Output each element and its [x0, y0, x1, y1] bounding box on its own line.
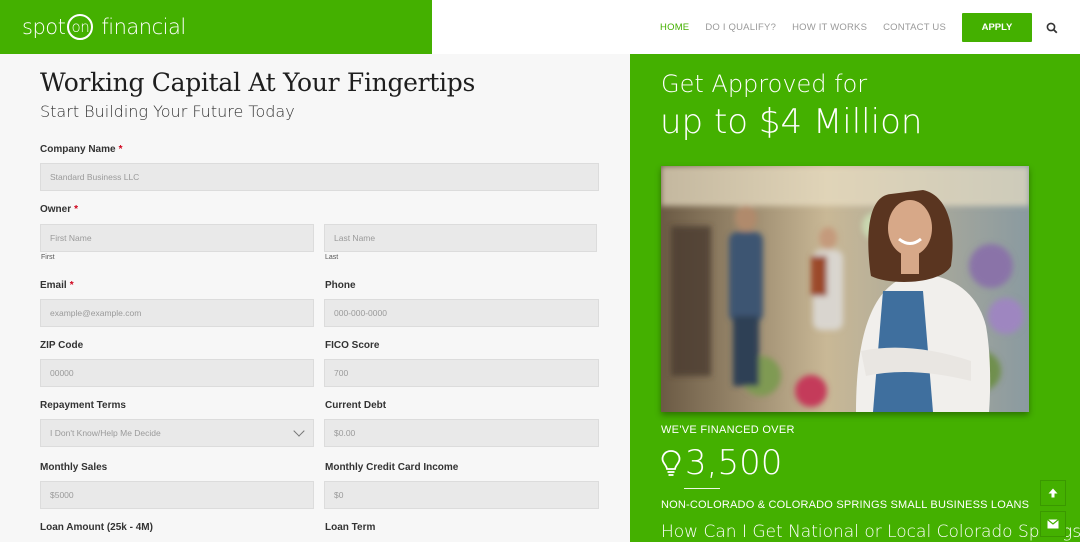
promo-line-2: up to $4 Million — [660, 102, 923, 142]
sales-label: Monthly Sales — [40, 462, 108, 473]
business-owner-photo — [661, 166, 1029, 412]
current-debt-input[interactable]: $0.00 — [324, 419, 599, 447]
logo-bar: spot on financial — [0, 0, 432, 54]
fico-input[interactable]: 700 — [324, 359, 599, 387]
nav-qualify[interactable]: DO I QUALIFY? — [705, 22, 776, 33]
form-title: Working Capital At Your Fingertips — [40, 68, 475, 97]
application-form: Working Capital At Your Fingertips Start… — [0, 54, 630, 542]
loan-amount-label: Loan Amount (25k - 4M) — [40, 522, 153, 533]
zip-input[interactable]: 00000 — [40, 359, 314, 387]
owner-label-text: Owner — [40, 204, 72, 215]
promo-panel: Get Approved for up to $4 Million WE'VE … — [630, 54, 1080, 542]
first-sublabel: First — [41, 254, 55, 261]
zip-label: ZIP Code — [40, 340, 84, 351]
form-subtitle: Start Building Your Future Today — [40, 102, 295, 121]
company-name-input[interactable]: Standard Business LLC — [40, 163, 599, 191]
arrow-up-icon — [1048, 488, 1058, 498]
logo-on: on — [67, 14, 94, 40]
cc-income-input[interactable]: $0 — [324, 481, 599, 509]
email-label-text: Email — [40, 280, 67, 291]
search-icon[interactable] — [1046, 21, 1058, 34]
repayment-terms-value: I Don't Know/Help Me Decide — [50, 428, 161, 438]
company-label: Company Name * — [40, 144, 122, 155]
lightbulb-icon — [661, 450, 681, 476]
fico-label: FICO Score — [325, 340, 380, 351]
email-input[interactable]: example@example.com — [40, 299, 314, 327]
last-sublabel: Last — [325, 254, 339, 261]
loans-label: NON-COLORADO & COLORADO SPRINGS SMALL BU… — [661, 499, 1030, 511]
phone-input[interactable]: 000-000-0000 — [324, 299, 599, 327]
terms-label: Repayment Terms — [40, 400, 126, 411]
chevron-down-icon — [293, 425, 305, 437]
logo[interactable]: spot on financial — [22, 14, 186, 40]
financed-label: WE'VE FINANCED OVER — [661, 424, 795, 436]
company-label-text: Company Name — [40, 144, 116, 155]
required-mark: * — [69, 280, 74, 291]
nav-how-it-works[interactable]: HOW IT WORKS — [792, 22, 867, 33]
email-label: Email * — [40, 280, 74, 291]
mail-icon — [1047, 519, 1059, 529]
contact-mail-button[interactable] — [1040, 511, 1066, 537]
nav-contact[interactable]: CONTACT US — [883, 22, 946, 33]
logo-financial: financial — [101, 15, 186, 39]
required-mark: * — [118, 144, 123, 155]
main-nav: HOME DO I QUALIFY? HOW IT WORKS CONTACT … — [432, 0, 1080, 54]
promo-line-1: Get Approved for — [661, 70, 868, 98]
promo-question: How Can I Get National or Local Colorado… — [661, 522, 1080, 542]
repayment-terms-select[interactable]: I Don't Know/Help Me Decide — [40, 419, 314, 447]
loan-term-label: Loan Term — [325, 522, 376, 533]
nav-home[interactable]: HOME — [660, 22, 689, 33]
debt-label: Current Debt — [325, 400, 387, 411]
financed-count: 3,500 — [661, 443, 782, 483]
required-mark: * — [74, 204, 79, 215]
owner-label: Owner * — [40, 204, 78, 215]
monthly-sales-input[interactable]: $5000 — [40, 481, 314, 509]
phone-label: Phone — [325, 280, 356, 291]
back-to-top-button[interactable] — [1040, 480, 1066, 506]
logo-spot: spot — [22, 15, 66, 39]
cc-income-label: Monthly Credit Card Income — [325, 462, 459, 473]
last-name-input[interactable]: Last Name — [324, 224, 597, 252]
apply-button[interactable]: APPLY — [962, 12, 1032, 42]
financed-count-value: 3,500 — [685, 443, 783, 483]
first-name-input[interactable]: First Name — [40, 224, 314, 252]
divider — [684, 488, 720, 489]
